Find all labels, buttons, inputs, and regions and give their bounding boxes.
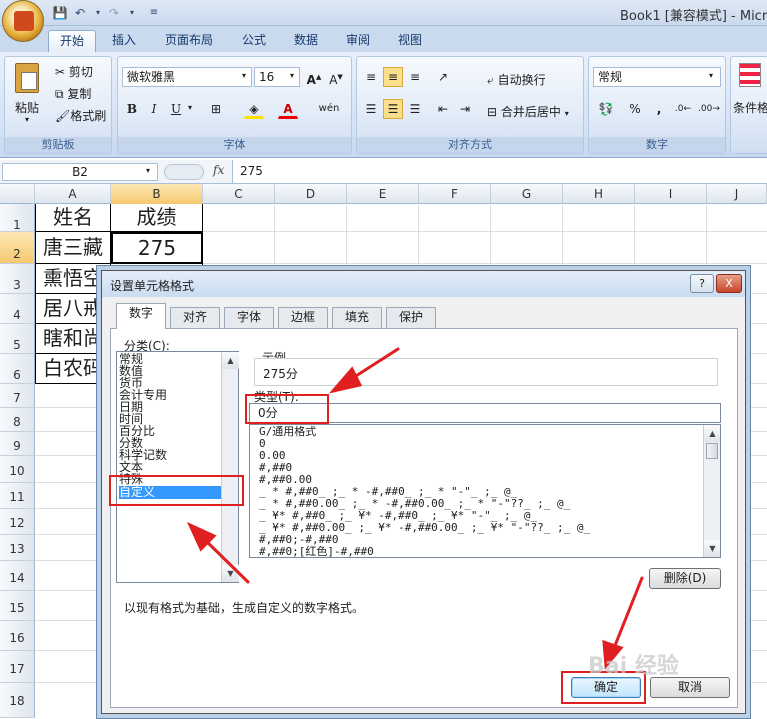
office-logo-icon xyxy=(14,11,34,31)
annotation-arrows xyxy=(186,347,644,670)
watermark: Bai 经验 xyxy=(588,654,679,679)
dialog-tab-number[interactable]: 数字 xyxy=(116,303,166,329)
office-button[interactable] xyxy=(2,0,44,42)
